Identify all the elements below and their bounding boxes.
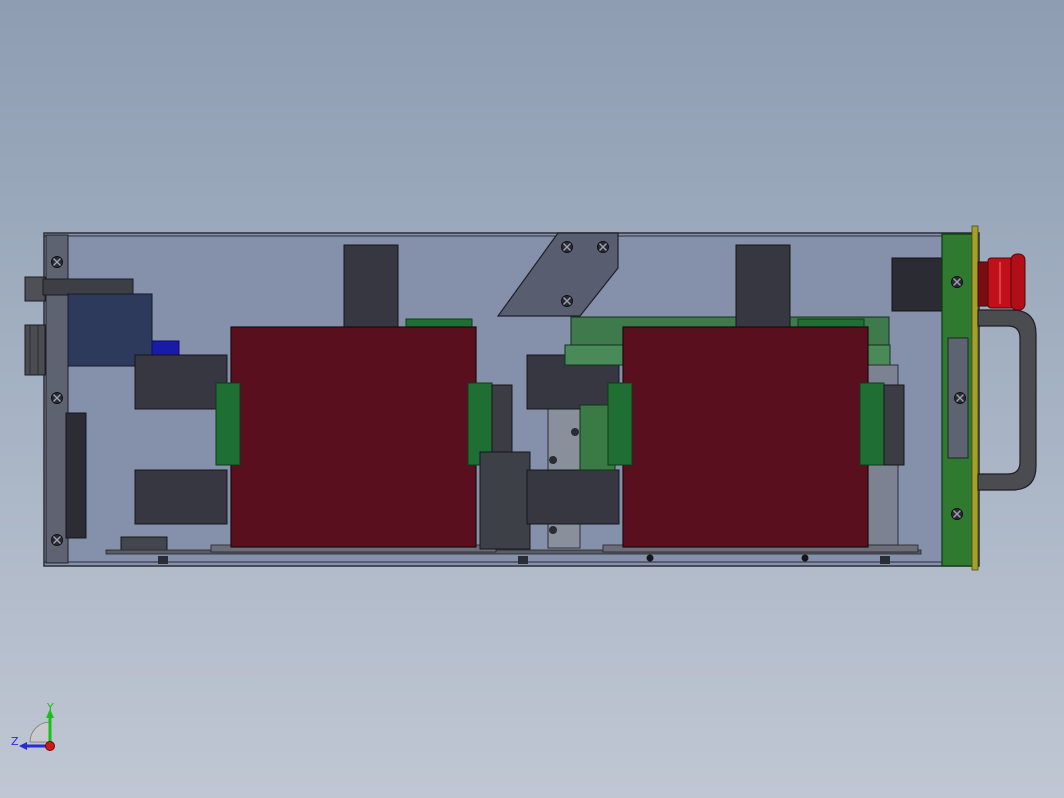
screw-icon bbox=[950, 275, 964, 289]
screw-icon bbox=[560, 294, 574, 308]
front-switch-box bbox=[891, 257, 945, 312]
screw-icon bbox=[953, 391, 967, 405]
axis-y-label: Y bbox=[46, 701, 54, 714]
carry-handle[interactable] bbox=[977, 309, 1037, 491]
screw-icon bbox=[950, 507, 964, 521]
screw-icon bbox=[560, 240, 574, 254]
axis-z-label: Z bbox=[11, 735, 19, 748]
screw-icon bbox=[50, 255, 64, 269]
screw-icon bbox=[50, 533, 64, 547]
cad-viewport[interactable]: Y Z bbox=[0, 0, 1064, 798]
screw-icon bbox=[50, 391, 64, 405]
emergency-stop-button[interactable] bbox=[977, 253, 1026, 311]
front-panel bbox=[941, 225, 979, 571]
coordinate-triad-icon: Y Z bbox=[11, 701, 55, 751]
screw-icon bbox=[596, 240, 610, 254]
cad-drawing: Y Z bbox=[11, 225, 1037, 751]
